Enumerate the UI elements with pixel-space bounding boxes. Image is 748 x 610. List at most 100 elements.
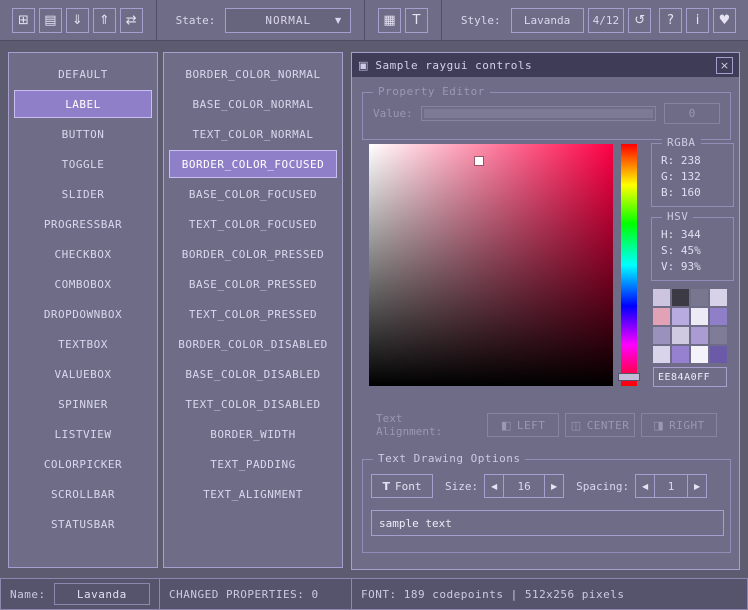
align-left-button[interactable]: ◧ LEFT [487,413,559,437]
prop-item-border-color-pressed[interactable]: BORDER_COLOR_PRESSED [169,240,337,268]
state-dropdown[interactable]: NORMAL ▼ [225,8,351,33]
file-open-button[interactable]: ▤ [39,8,62,33]
info-icon: i [696,14,700,27]
window-titlebar[interactable]: ▣ Sample raygui controls × [352,53,739,77]
palette-swatch[interactable] [672,289,689,306]
hsv-s-value: S: 45% [661,243,733,259]
style-counter-button[interactable]: 4/12 [588,8,625,33]
file-new-button[interactable]: ⊞ [12,8,35,33]
rguistyler-app: ⊞ ▤ ⇓ ⇑ ⇄ State: NORMAL ▼ ▦ T Style: Lav… [0,0,748,610]
file-save-button[interactable]: ⇓ [66,8,89,33]
palette-swatch[interactable] [691,327,708,344]
size-decrease-button[interactable]: ◀ [484,474,504,498]
align-center-button[interactable]: ◫ CENTER [565,413,635,437]
prop-item-border-width[interactable]: BORDER_WIDTH [169,420,337,448]
file-save-icon: ⇓ [72,14,83,27]
control-item-spinner[interactable]: SPINNER [14,390,152,418]
style-name-input[interactable]: Lavanda [54,583,150,605]
prop-item-base-color-normal[interactable]: BASE_COLOR_NORMAL [169,90,337,118]
control-item-progressbar[interactable]: PROGRESSBAR [14,210,152,238]
style-reload-button[interactable]: ↺ [628,8,651,33]
sample-text-input[interactable]: sample text [371,510,724,536]
color-picker-sv-area[interactable] [369,144,613,386]
hue-bar[interactable] [621,144,637,386]
palette-swatch[interactable] [691,346,708,363]
align-right-button[interactable]: ◨ RIGHT [641,413,717,437]
align-right-icon: ◨ [653,419,664,432]
palette-swatch[interactable] [653,327,670,344]
style-label: Style: [461,14,501,27]
hex-color-input[interactable]: EE84A0FF [653,367,727,387]
align-center-label: CENTER [587,419,630,432]
prop-item-border-color-normal[interactable]: BORDER_COLOR_NORMAL [169,60,337,88]
palette-swatch[interactable] [672,327,689,344]
control-item-default[interactable]: DEFAULT [14,60,152,88]
prop-item-text-color-normal[interactable]: TEXT_COLOR_NORMAL [169,120,337,148]
value-slider[interactable] [421,106,656,121]
palette-swatch[interactable] [653,308,670,325]
palette-swatch[interactable] [710,346,727,363]
prop-item-text-padding[interactable]: TEXT_PADDING [169,450,337,478]
prop-item-text-color-focused[interactable]: TEXT_COLOR_FOCUSED [169,210,337,238]
control-item-combobox[interactable]: COMBOBOX [14,270,152,298]
font-settings-button[interactable]: T [405,8,428,33]
color-picker-marker[interactable] [475,157,483,165]
text-alignment-label: Text Alignment: [376,412,475,438]
prop-item-text-color-pressed[interactable]: TEXT_COLOR_PRESSED [169,300,337,328]
status-name-cell: Name: Lavanda [0,578,160,610]
control-item-dropdownbox[interactable]: DROPDOWNBOX [14,300,152,328]
rgba-group: RGBA R: 238 G: 132 B: 160 [651,143,734,207]
window-close-button[interactable]: × [716,57,733,74]
control-item-listview[interactable]: LISTVIEW [14,420,152,448]
hue-slider-handle[interactable] [618,373,640,381]
palette-swatch[interactable] [710,308,727,325]
spacing-value-box[interactable]: 1 [654,474,688,498]
file-export-button[interactable]: ⇑ [93,8,116,33]
size-value-box[interactable]: 16 [503,474,545,498]
control-item-slider[interactable]: SLIDER [14,180,152,208]
font-options-row: T Font Size: ◀ 16 ▶ Spacing: ◀ 1 ▶ [371,474,722,498]
palette-swatch[interactable] [653,346,670,363]
file-open-icon: ▤ [44,14,56,27]
help-button[interactable]: ? [659,8,682,33]
value-box[interactable]: 0 [664,103,720,124]
random-style-button[interactable]: ⇄ [120,8,143,33]
prop-item-text-alignment[interactable]: TEXT_ALIGNMENT [169,480,337,508]
prop-item-border-color-disabled[interactable]: BORDER_COLOR_DISABLED [169,330,337,358]
control-item-statusbar[interactable]: STATUSBAR [14,510,152,538]
control-item-label[interactable]: LABEL [14,90,152,118]
text-drawing-options-label: Text Drawing Options [373,452,525,465]
palette-swatch[interactable] [672,346,689,363]
control-item-textbox[interactable]: TEXTBOX [14,330,152,358]
prop-item-text-color-disabled[interactable]: TEXT_COLOR_DISABLED [169,390,337,418]
control-item-scrollbar[interactable]: SCROLLBAR [14,480,152,508]
palette-swatch[interactable] [710,327,727,344]
spacing-increase-button[interactable]: ▶ [687,474,707,498]
size-increase-button[interactable]: ▶ [544,474,564,498]
spacing-decrease-button[interactable]: ◀ [635,474,655,498]
style-table-button[interactable]: ▦ [378,8,401,33]
style-name-box[interactable]: Lavanda [511,8,584,33]
control-item-button[interactable]: BUTTON [14,120,152,148]
control-item-valuebox[interactable]: VALUEBOX [14,360,152,388]
font-button[interactable]: T Font [371,474,433,498]
about-button[interactable]: i [686,8,709,33]
hsv-group: HSV H: 344 S: 45% V: 93% [651,217,734,281]
toolbar-separator [441,0,442,40]
prop-item-base-color-focused[interactable]: BASE_COLOR_FOCUSED [169,180,337,208]
control-item-colorpicker[interactable]: COLORPICKER [14,450,152,478]
control-item-toggle[interactable]: TOGGLE [14,150,152,178]
sponsor-button[interactable]: ♥ [713,8,736,33]
window-icon: ▣ [358,59,368,72]
prop-item-base-color-disabled[interactable]: BASE_COLOR_DISABLED [169,360,337,388]
prop-item-border-color-focused[interactable]: BORDER_COLOR_FOCUSED [169,150,337,178]
prop-item-base-color-pressed[interactable]: BASE_COLOR_PRESSED [169,270,337,298]
heart-icon: ♥ [719,14,731,27]
grid-icon: ▦ [383,14,395,27]
control-item-checkbox[interactable]: CHECKBOX [14,240,152,268]
palette-swatch[interactable] [691,289,708,306]
palette-swatch[interactable] [691,308,708,325]
palette-swatch[interactable] [672,308,689,325]
palette-swatch[interactable] [710,289,727,306]
palette-swatch[interactable] [653,289,670,306]
